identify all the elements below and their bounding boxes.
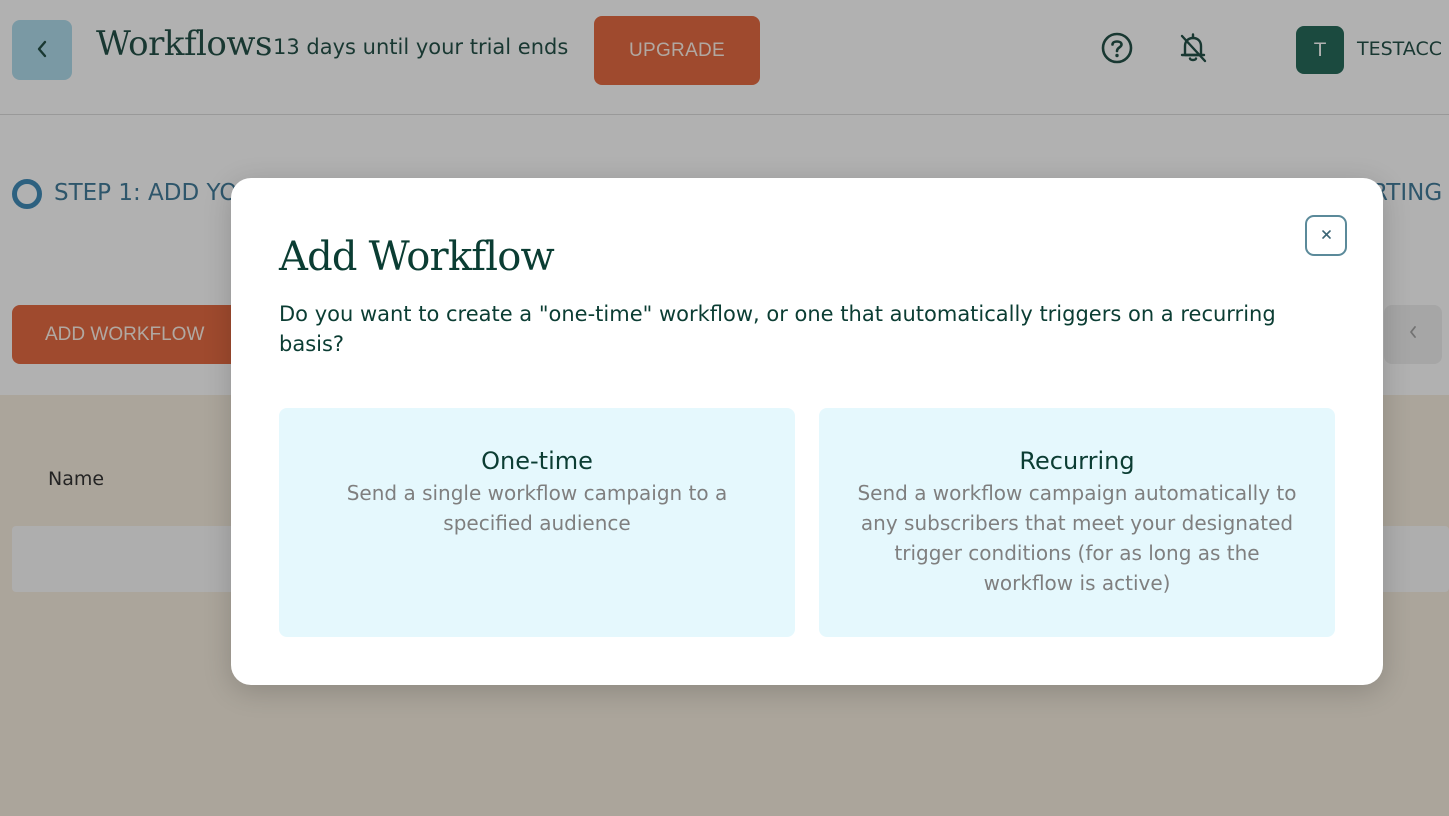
recurring-option-card[interactable]: Recurring Send a workflow campaign autom… <box>819 408 1335 637</box>
one-time-option-card[interactable]: One-time Send a single workflow campaign… <box>279 408 795 637</box>
option-description: Send a single workflow campaign to a spe… <box>346 481 728 535</box>
option-description: Send a workflow campaign automatically t… <box>857 481 1297 595</box>
modal-close-button[interactable] <box>1305 215 1347 256</box>
option-title: One-time <box>481 447 593 475</box>
option-title: Recurring <box>1019 447 1135 475</box>
modal-title: Add Workflow <box>279 234 555 280</box>
modal-question: Do you want to create a "one-time" workf… <box>279 302 1276 356</box>
add-workflow-modal: Add Workflow Do you want to create a "on… <box>231 178 1383 685</box>
app-window: Workflows 13 days until your trial ends … <box>0 0 1449 816</box>
close-icon <box>1321 227 1332 244</box>
